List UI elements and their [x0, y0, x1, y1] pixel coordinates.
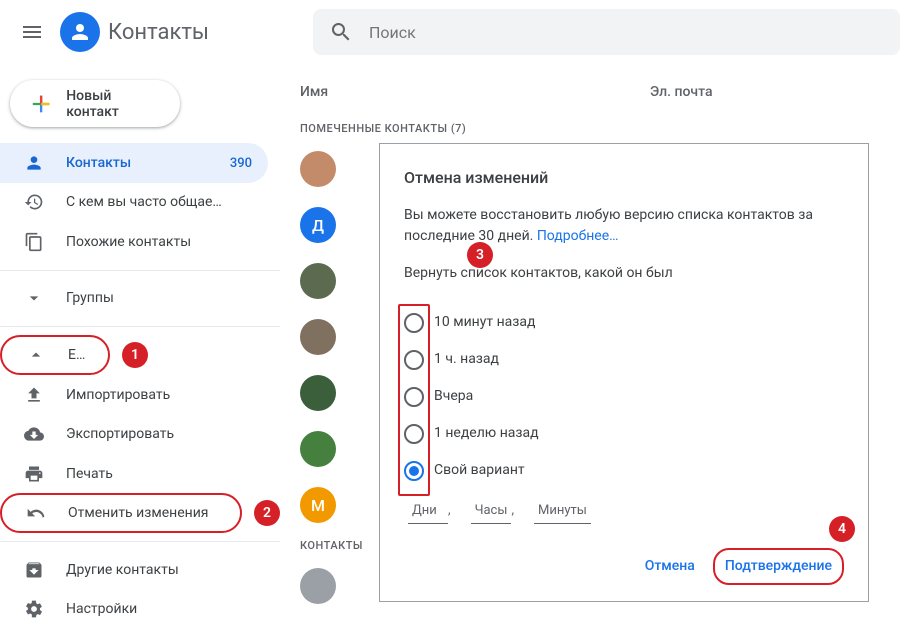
- nav-label-import: Импортировать: [66, 387, 252, 403]
- search-bar[interactable]: [313, 9, 900, 55]
- custom-minutes-input[interactable]: Минуты: [534, 499, 591, 524]
- radio-option-custom[interactable]: Свой вариант: [404, 452, 844, 489]
- nav-label-similar: Похожие контакты: [66, 234, 252, 250]
- sidebar-item-import[interactable]: Импортировать: [0, 375, 268, 414]
- avatar: [300, 263, 336, 299]
- contacts-logo-icon: [60, 12, 100, 52]
- nav-label-undo: Отменить изменения: [68, 505, 224, 521]
- avatar: [300, 375, 336, 411]
- nav-label-more: Ещё: [68, 347, 92, 363]
- history-icon: [24, 192, 44, 212]
- nav-count-contacts: 390: [230, 156, 252, 171]
- app-logo: Контакты: [60, 12, 209, 52]
- dialog-desc-b: Вернуть список контактов, какой он был: [404, 263, 844, 284]
- callout-badge-3: 3: [467, 242, 493, 268]
- copy-icon: [24, 232, 44, 252]
- new-contact-button[interactable]: Новый контакт: [10, 80, 180, 127]
- nav-label-contacts: Контакты: [66, 155, 208, 171]
- search-input[interactable]: [369, 23, 884, 42]
- upload-icon: [24, 385, 44, 405]
- gear-icon: [24, 599, 44, 619]
- avatar: [300, 151, 336, 187]
- avatar: M: [300, 487, 336, 523]
- print-icon: [24, 464, 44, 484]
- undo-changes-dialog: Отмена изменений Вы можете восстановить …: [379, 143, 869, 602]
- custom-days-input[interactable]: Дни: [408, 499, 448, 524]
- nav-label-frequent: С кем вы часто общае…: [66, 194, 252, 210]
- search-icon: [329, 20, 353, 44]
- app-title: Контакты: [108, 20, 209, 45]
- sidebar-item-other-contacts[interactable]: Другие контакты: [0, 550, 268, 589]
- callout-badge-1: 1: [122, 342, 148, 368]
- dialog-title: Отмена изменений: [404, 168, 844, 187]
- custom-time-inputs: Дни, Часы, Минуты: [408, 499, 844, 524]
- sidebar-item-export[interactable]: Экспортировать: [0, 414, 268, 453]
- undo-icon: [26, 503, 46, 523]
- hamburger-menu-button[interactable]: [8, 8, 56, 56]
- callout-badge-4: 4: [829, 516, 855, 542]
- sidebar-item-similar[interactable]: Похожие контакты: [0, 222, 268, 261]
- sidebar-item-settings[interactable]: Настройки: [0, 590, 268, 629]
- sidebar-item-contacts[interactable]: Контакты 390: [0, 143, 268, 182]
- radio-option-1week[interactable]: 1 неделю назад: [404, 415, 844, 452]
- nav-label-export: Экспортировать: [66, 426, 252, 442]
- avatar: [300, 431, 336, 467]
- chevron-down-icon: [24, 288, 44, 308]
- col-name: Имя: [300, 84, 650, 100]
- chevron-up-icon: [26, 345, 46, 365]
- dialog-confirm-button[interactable]: Подтверждение: [713, 548, 844, 585]
- new-contact-label: Новый контакт: [66, 88, 160, 120]
- dialog-cancel-button[interactable]: Отмена: [633, 548, 707, 585]
- sidebar-item-groups[interactable]: Группы: [0, 279, 268, 318]
- list-header: Имя Эл. почта: [300, 64, 888, 116]
- radio-option-10min[interactable]: 10 минут назад: [404, 304, 844, 341]
- sidebar-item-print[interactable]: Печать: [0, 454, 268, 493]
- plus-icon: [30, 92, 52, 116]
- archive-icon: [24, 560, 44, 580]
- nav-label-settings: Настройки: [66, 601, 252, 617]
- col-email: Эл. почта: [650, 84, 713, 100]
- radio-option-yesterday[interactable]: Вчера: [404, 378, 844, 415]
- radio-option-1hr[interactable]: 1 ч. назад: [404, 341, 844, 378]
- sidebar-item-frequent[interactable]: С кем вы часто общае…: [0, 183, 268, 222]
- starred-section-label: ПОМЕЧЕННЫЕ КОНТАКТЫ (7): [300, 116, 888, 141]
- dialog-learn-more-link[interactable]: Подробнее…: [537, 228, 619, 244]
- cloud-download-icon: [24, 424, 44, 444]
- nav-label-groups: Группы: [66, 290, 252, 306]
- hamburger-icon: [20, 20, 44, 44]
- avatar: Д: [300, 207, 336, 243]
- nav-label-print: Печать: [66, 466, 252, 482]
- nav-label-other: Другие контакты: [66, 562, 252, 578]
- custom-hours-input[interactable]: Часы: [471, 499, 512, 524]
- callout-badge-2: 2: [254, 500, 280, 526]
- callout-ring-3: [398, 304, 430, 496]
- sidebar-item-more[interactable]: Ещё: [0, 335, 110, 375]
- person-icon: [24, 153, 44, 173]
- sidebar-item-undo-changes[interactable]: Отменить изменения: [0, 493, 242, 533]
- avatar: [300, 568, 336, 604]
- avatar: [300, 319, 336, 355]
